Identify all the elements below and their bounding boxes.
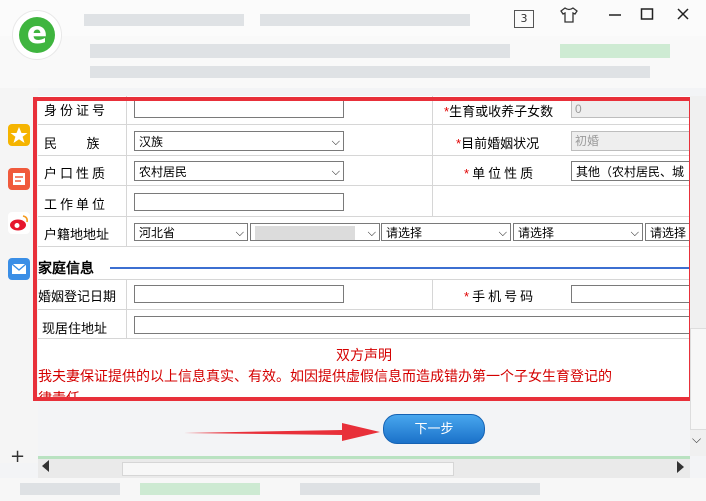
status-strip: [38, 456, 690, 459]
highlight-frame: [33, 97, 693, 401]
maximize-icon[interactable]: [636, 6, 658, 28]
next-step-button[interactable]: 下一步: [383, 414, 485, 444]
blurred-status-2: [140, 483, 260, 495]
scroll-left-icon[interactable]: [42, 460, 49, 472]
blurred-status-3: [300, 483, 540, 495]
scrollbar-thumb[interactable]: [690, 328, 706, 430]
vertical-scrollbar[interactable]: ⌵: [690, 96, 706, 456]
title-bar: 3: [0, 0, 706, 36]
annotation-arrow-icon: [184, 423, 380, 441]
hscroll-thumb[interactable]: [122, 462, 454, 476]
blurred-status: [20, 483, 120, 495]
scroll-right-icon[interactable]: [677, 461, 684, 473]
blurred-address: [90, 44, 510, 58]
horizontal-scrollbar[interactable]: [38, 456, 690, 478]
shirt-icon[interactable]: [558, 6, 580, 28]
mail-icon[interactable]: [8, 258, 30, 280]
blurred-toolbar-icons: [560, 44, 670, 58]
weibo-icon[interactable]: [8, 212, 30, 234]
tab-count-badge[interactable]: 3: [514, 10, 534, 28]
close-icon[interactable]: [672, 6, 694, 28]
blurred-title: [84, 14, 244, 26]
blurred-bookmarks: [90, 66, 650, 78]
scroll-down-icon[interactable]: ⌵: [692, 432, 701, 447]
blurred-title-2: [260, 14, 470, 26]
star-icon[interactable]: [8, 124, 30, 146]
toolbar: [0, 36, 706, 88]
browser-logo-icon[interactable]: e: [12, 10, 62, 60]
minimize-icon[interactable]: [604, 6, 626, 28]
add-icon[interactable]: +: [10, 446, 25, 467]
notes-icon[interactable]: [8, 168, 30, 190]
status-bar: [0, 478, 706, 501]
